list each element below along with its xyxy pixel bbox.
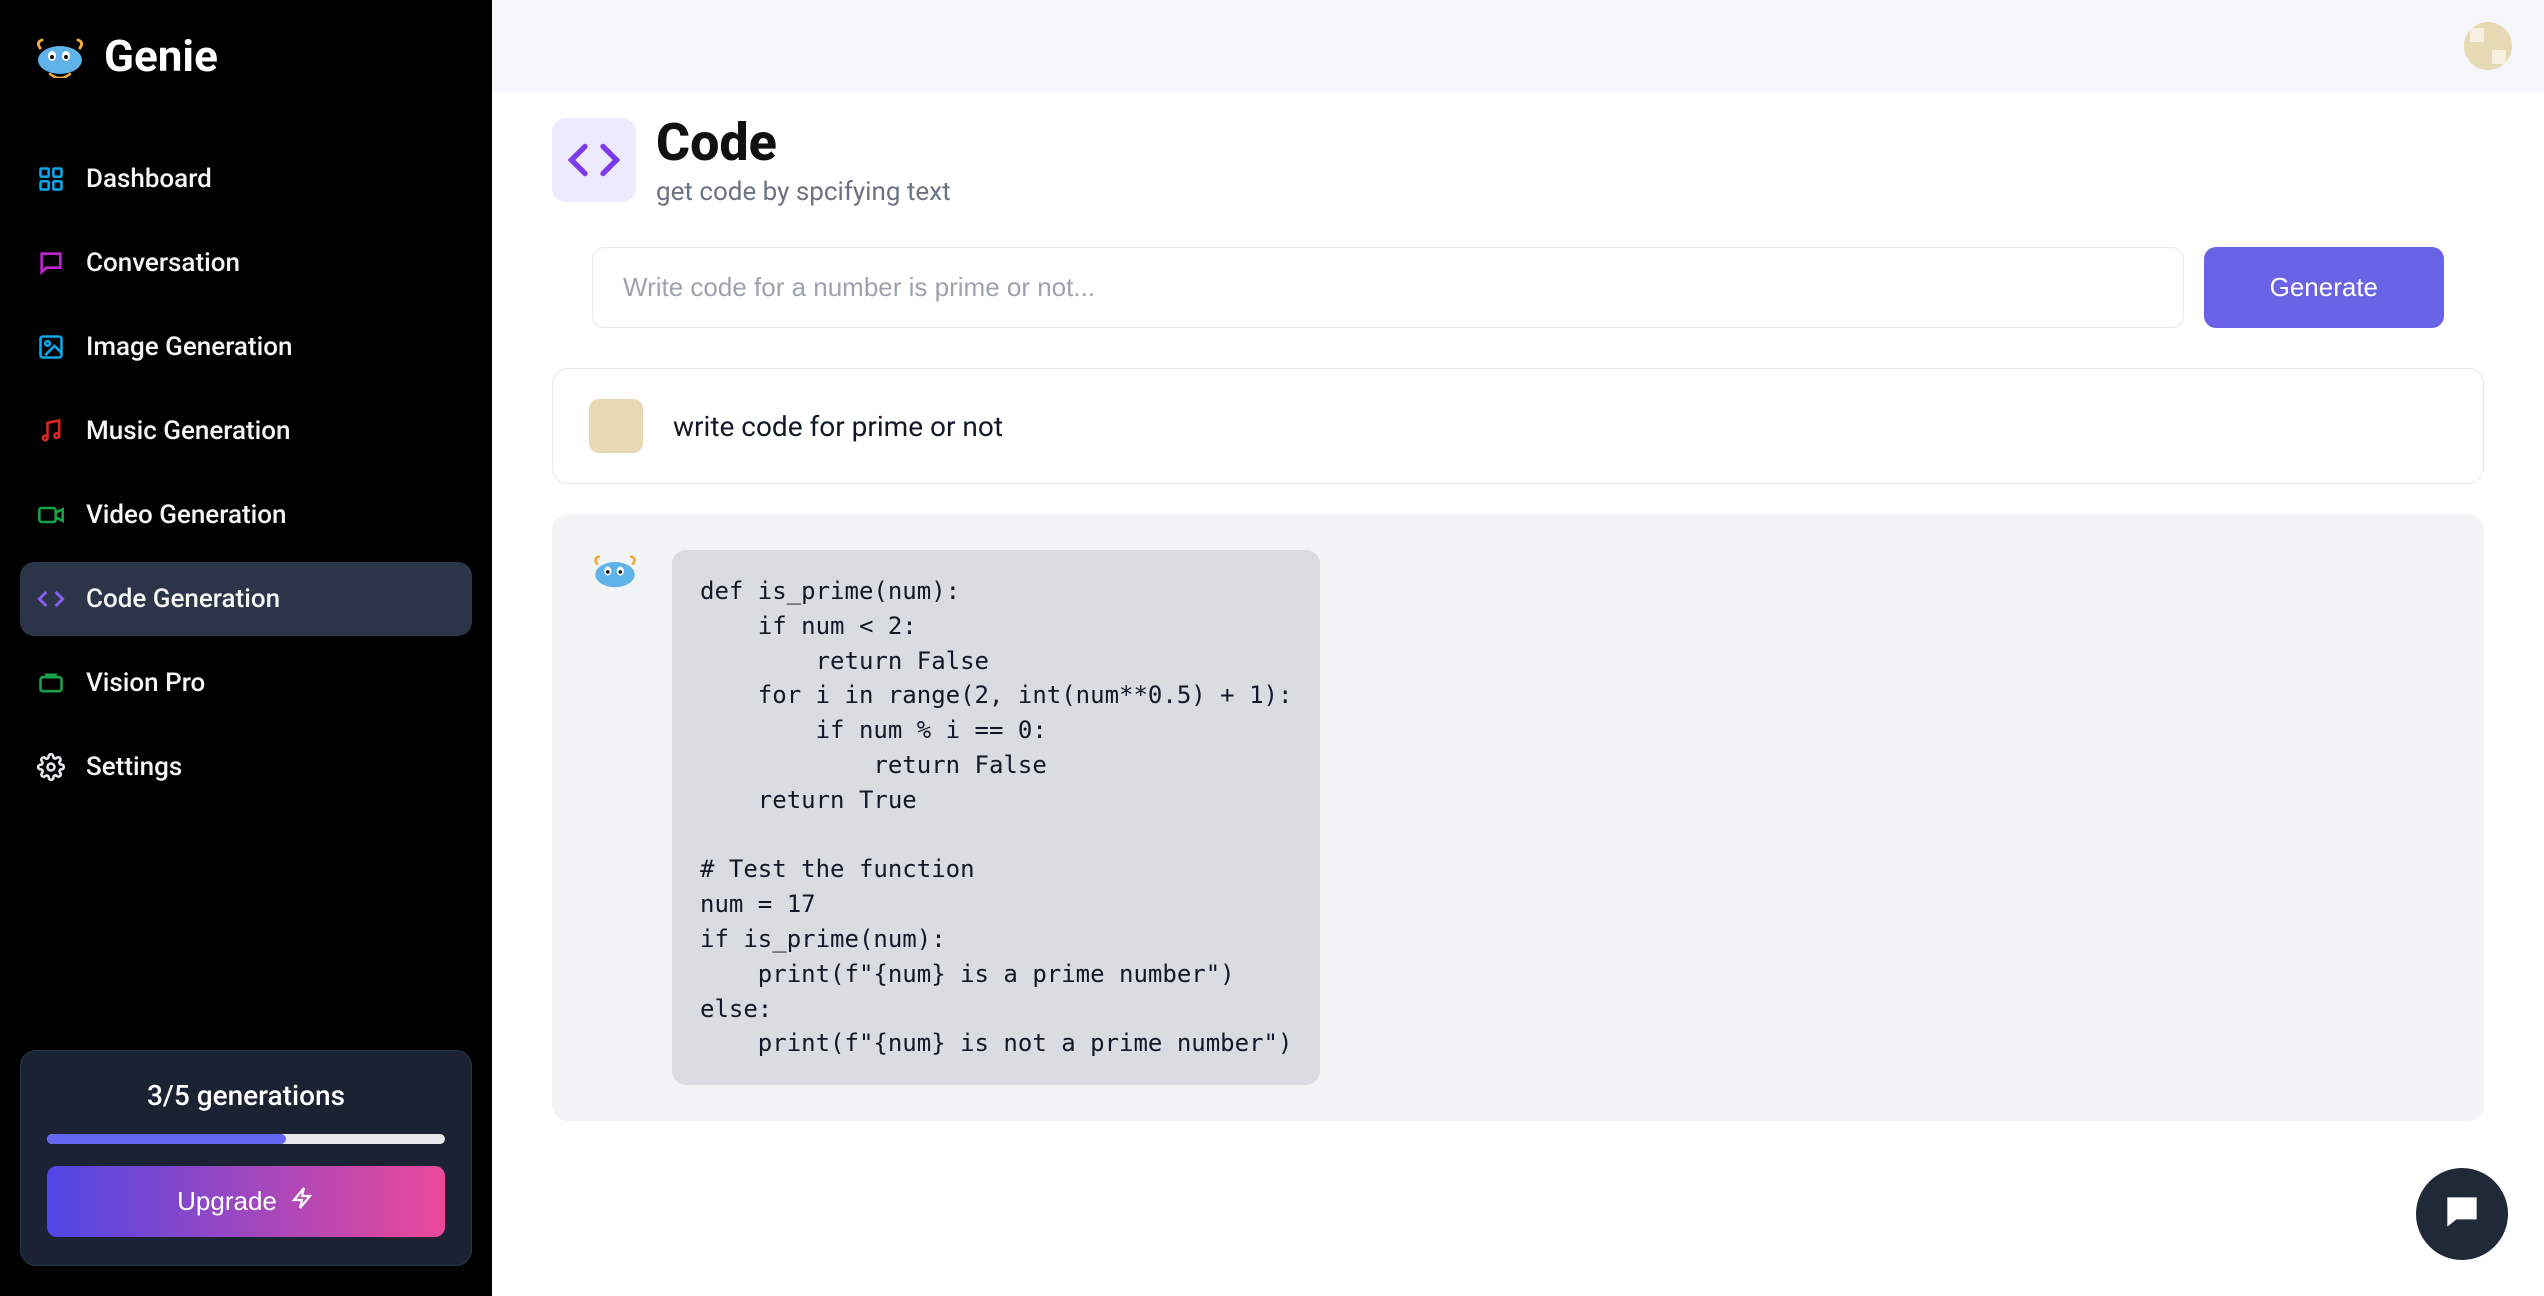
user-message: write code for prime or not (552, 368, 2484, 484)
sidebar-item-label: Conversation (86, 248, 240, 278)
usage-card: 3/5 generations Upgrade (20, 1050, 472, 1266)
main: Code get code by spcifying text Generate… (492, 0, 2544, 1296)
sidebar-item-video-generation[interactable]: Video Generation (20, 478, 472, 552)
upgrade-button[interactable]: Upgrade (47, 1166, 445, 1237)
code-icon (36, 584, 66, 614)
sidebar-item-label: Settings (86, 752, 182, 782)
bot-logo-icon (588, 550, 642, 592)
bot-code-block: def is_prime(num): if num < 2: return Fa… (672, 550, 1320, 1085)
sidebar-item-dashboard[interactable]: Dashboard (20, 142, 472, 216)
user-avatar-icon (589, 399, 643, 453)
prompt-row: Generate (592, 247, 2444, 328)
sidebar-item-settings[interactable]: Settings (20, 730, 472, 804)
generate-button[interactable]: Generate (2204, 247, 2444, 328)
sidebar-item-conversation[interactable]: Conversation (20, 226, 472, 300)
sidebar-item-label: Music Generation (86, 416, 291, 446)
page-header: Code get code by spcifying text (552, 112, 2484, 207)
sidebar-item-music-generation[interactable]: Music Generation (20, 394, 472, 468)
brand-logo-icon (30, 34, 90, 78)
chat-bubble-icon (2440, 1190, 2484, 1238)
brand-name: Genie (104, 30, 218, 82)
page-content: Code get code by spcifying text Generate… (492, 92, 2544, 1296)
sidebar-item-image-generation[interactable]: Image Generation (20, 310, 472, 384)
usage-text: 3/5 generations (47, 1079, 445, 1112)
upgrade-label: Upgrade (177, 1186, 277, 1217)
video-icon (36, 500, 66, 530)
topbar (492, 0, 2544, 92)
sidebar-item-label: Image Generation (86, 332, 292, 362)
usage-progress-fill (47, 1134, 286, 1144)
lightning-icon (291, 1186, 315, 1217)
page-code-icon (552, 118, 636, 202)
nav: Dashboard Conversation Image Generation (20, 142, 472, 804)
prompt-input[interactable] (592, 247, 2184, 328)
chat-fab[interactable] (2416, 1168, 2508, 1260)
sidebar-item-code-generation[interactable]: Code Generation (20, 562, 472, 636)
avatar[interactable] (2464, 22, 2512, 70)
bot-message: def is_prime(num): if num < 2: return Fa… (552, 514, 2484, 1121)
brand[interactable]: Genie (20, 30, 472, 82)
sidebar: Genie Dashboard Conversation (0, 0, 492, 1296)
gear-icon (36, 752, 66, 782)
conversation-icon (36, 248, 66, 278)
image-icon (36, 332, 66, 362)
sidebar-item-label: Video Generation (86, 500, 287, 530)
page-title: Code (656, 112, 951, 173)
sidebar-item-label: Code Generation (86, 584, 280, 614)
user-message-text: write code for prime or not (673, 410, 1003, 443)
vision-icon (36, 668, 66, 698)
usage-progress (47, 1134, 445, 1144)
music-icon (36, 416, 66, 446)
sidebar-item-label: Dashboard (86, 164, 212, 194)
page-subtitle: get code by spcifying text (656, 177, 951, 207)
sidebar-item-label: Vision Pro (86, 668, 205, 698)
dashboard-icon (36, 164, 66, 194)
sidebar-item-vision-pro[interactable]: Vision Pro (20, 646, 472, 720)
